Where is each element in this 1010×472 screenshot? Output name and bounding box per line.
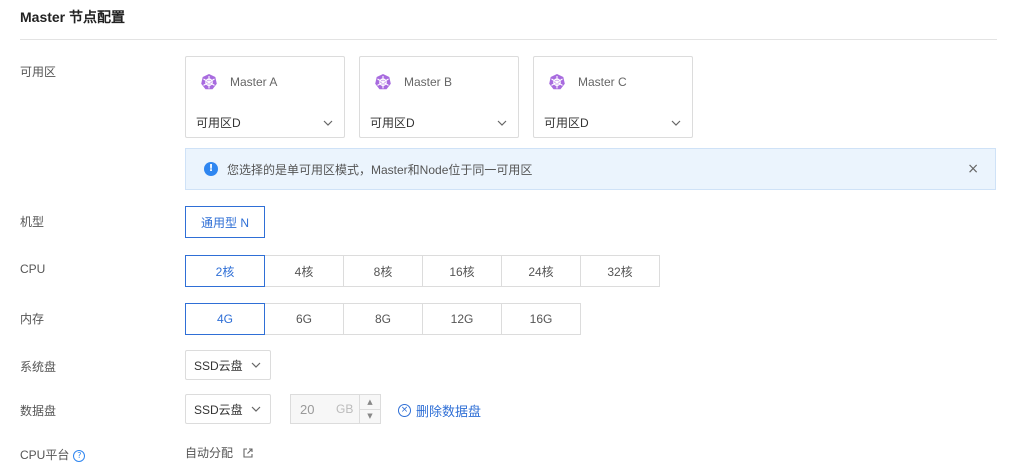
info-icon: ! (204, 162, 218, 176)
zone-value: 可用区D (196, 116, 241, 130)
external-link-icon[interactable] (242, 447, 254, 459)
data-disk-size-value: 20 (300, 401, 315, 417)
data-disk-size-unit: GB (336, 402, 354, 416)
cpu-platform-text: 自动分配 (185, 446, 234, 460)
decrement-button[interactable]: ▼ (360, 410, 380, 424)
kubernetes-wheel-icon (549, 74, 565, 90)
chevron-down-icon (323, 120, 333, 126)
delete-data-disk-label: 删除数据盘 (416, 404, 482, 419)
master-card-header: Master A (186, 57, 344, 107)
cpu-platform-value: 自动分配 (185, 444, 254, 461)
x-circle-icon: × (398, 404, 411, 417)
question-circle-icon[interactable]: ? (73, 449, 86, 462)
master-name: Master C (578, 75, 627, 89)
master-name: Master A (230, 75, 278, 89)
machine-type-label: 机型 (20, 215, 45, 229)
cpu-option[interactable]: 4核 (264, 255, 344, 287)
cpu-platform-label: CPU平台? (20, 446, 86, 463)
cpu-option[interactable]: 8核 (343, 255, 423, 287)
zone-value: 可用区D (544, 116, 589, 130)
memory-option[interactable]: 12G (422, 303, 502, 335)
master-name: Master B (404, 75, 453, 89)
master-zone-select[interactable]: 可用区D (360, 107, 518, 138)
kubernetes-wheel-icon (201, 74, 217, 90)
memory-label: 内存 (20, 312, 45, 326)
master-zone-select[interactable]: 可用区D (186, 107, 344, 138)
close-icon[interactable]: × (967, 161, 979, 177)
section-divider (20, 39, 997, 40)
memory-option[interactable]: 4G (185, 303, 265, 335)
chevron-down-icon (497, 120, 507, 126)
increment-button[interactable]: ▲ (360, 395, 380, 410)
memory-option[interactable]: 8G (343, 303, 423, 335)
size-stepper: ▲ ▼ (359, 395, 380, 423)
cpu-option[interactable]: 16核 (422, 255, 502, 287)
master-zone-select[interactable]: 可用区D (534, 107, 692, 138)
section-title: Master 节点配置 (20, 9, 126, 25)
system-disk-select[interactable]: SSD云盘 (185, 350, 271, 380)
master-card-b[interactable]: Master B 可用区D (359, 56, 519, 138)
data-disk-select[interactable]: SSD云盘 (185, 394, 271, 424)
alert-text: 您选择的是单可用区模式，Master和Node位于同一可用区 (227, 162, 533, 177)
master-card-c[interactable]: Master C 可用区D (533, 56, 693, 138)
zone-label: 可用区 (20, 65, 57, 79)
data-disk-label: 数据盘 (20, 404, 57, 418)
cpu-options: 2核 4核 8核 16核 24核 32核 (185, 255, 660, 287)
zone-value: 可用区D (370, 116, 415, 130)
master-card-header: Master B (360, 57, 518, 107)
single-zone-alert: ! 您选择的是单可用区模式，Master和Node位于同一可用区 × (185, 148, 996, 190)
system-disk-value: SSD云盘 (194, 358, 243, 373)
memory-option[interactable]: 6G (264, 303, 344, 335)
system-disk-label: 系统盘 (20, 360, 57, 374)
cpu-platform-label-text: CPU平台 (20, 448, 70, 462)
data-disk-value: SSD云盘 (194, 402, 243, 417)
memory-option[interactable]: 16G (501, 303, 581, 335)
data-disk-size-input[interactable]: 20 GB ▲ ▼ (290, 394, 381, 424)
chevron-down-icon (251, 362, 261, 368)
chevron-down-icon (671, 120, 681, 126)
kubernetes-wheel-icon (375, 74, 391, 90)
cpu-option[interactable]: 32核 (580, 255, 660, 287)
chevron-down-icon (251, 406, 261, 412)
memory-options: 4G 6G 8G 12G 16G (185, 303, 581, 335)
machine-type-option[interactable]: 通用型 N (185, 206, 265, 238)
master-card-a[interactable]: Master A 可用区D (185, 56, 345, 138)
delete-data-disk-link[interactable]: × 删除数据盘 (398, 401, 481, 420)
cpu-option[interactable]: 2核 (185, 255, 265, 287)
master-card-header: Master C (534, 57, 692, 107)
cpu-option[interactable]: 24核 (501, 255, 581, 287)
cpu-label: CPU (20, 262, 46, 276)
